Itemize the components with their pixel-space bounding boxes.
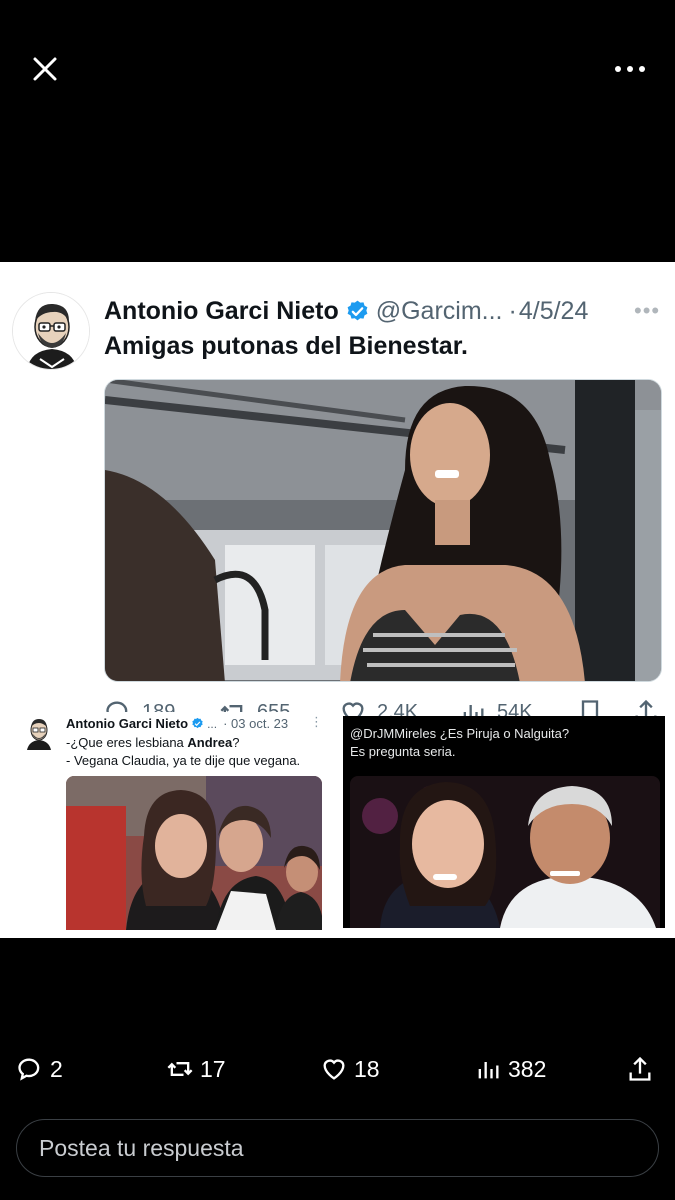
post-actions-bar: 2 17 18 382 <box>0 1048 675 1090</box>
caricature-avatar-icon <box>27 719 51 750</box>
views-icon <box>478 1062 499 1079</box>
meme-text-line-2: Es pregunta seria. <box>350 744 456 759</box>
quoted-tweet-tile: Antonio Garci Nieto ... · 03 oct. 23 ⋮ -… <box>12 712 330 930</box>
tweet-photo <box>104 379 662 682</box>
repost-icon <box>167 1062 193 1076</box>
reply-button[interactable]: 2 <box>16 1048 63 1090</box>
reply-count: 2 <box>50 1055 63 1082</box>
separator-dot: · <box>508 296 517 325</box>
meme-text-line-1: @DrJMMireles ¿Es Piruja o Nalguita? <box>350 726 570 741</box>
avatar <box>24 716 54 750</box>
close-icon <box>33 57 57 81</box>
tweet-date: · 03 oct. 23 <box>223 716 289 731</box>
quoted-tweet-header: Antonio Garci Nieto ... · 03 oct. 23 <box>66 716 288 731</box>
close-button[interactable] <box>28 52 62 86</box>
author-name: Antonio Garci Nieto <box>104 296 339 325</box>
tweet-more-icon: ⋮ <box>310 714 323 729</box>
caricature-avatar-icon <box>13 293 89 369</box>
embedded-tweet: Antonio Garci Nieto @Garcim... · 4/5/24 … <box>10 272 665 722</box>
meme-photo <box>350 776 660 928</box>
repost-button[interactable]: 17 <box>166 1048 226 1090</box>
share-icon <box>629 1056 651 1081</box>
author-handle: ... <box>207 716 218 731</box>
post-image[interactable]: Antonio Garci Nieto @Garcim... · 4/5/24 … <box>0 262 675 938</box>
avatar <box>12 292 90 370</box>
share-button[interactable] <box>626 1048 654 1090</box>
like-count: 18 <box>354 1055 380 1082</box>
top-bar <box>0 0 675 140</box>
author-name: Antonio Garci Nieto <box>66 716 189 731</box>
tweet-date: 4/5/24 <box>518 296 589 325</box>
reply-icon <box>18 1058 40 1081</box>
more-options-button[interactable] <box>613 55 647 83</box>
verified-badge-icon <box>192 717 203 729</box>
tweet-more-icon: ••• <box>634 298 661 323</box>
tweet-text: Amigas putonas del Bienestar. <box>104 332 468 360</box>
more-options-icon <box>615 66 645 72</box>
tweet-header: Antonio Garci Nieto @Garcim... · 4/5/24 <box>104 294 664 328</box>
verified-badge-icon <box>347 300 368 320</box>
reply-placeholder: Postea tu respuesta <box>39 1134 244 1161</box>
quoted-tweet-line-1: -¿Que eres lesbiana Andrea? <box>66 735 240 750</box>
repost-count: 17 <box>200 1055 226 1082</box>
author-handle: @Garcim... <box>375 296 503 325</box>
quoted-tweet-photo <box>66 776 322 930</box>
heart-icon <box>323 1059 345 1080</box>
like-button[interactable]: 18 <box>320 1048 380 1090</box>
views-button[interactable]: 382 <box>474 1048 546 1090</box>
reply-input[interactable]: Postea tu respuesta <box>16 1119 659 1177</box>
views-count: 382 <box>508 1055 547 1082</box>
quoted-tweet-line-2: - Vegana Claudia, ya te dije que vegana. <box>66 753 301 768</box>
meme-tile: @DrJMMireles ¿Es Piruja o Nalguita? Es p… <box>343 716 665 928</box>
